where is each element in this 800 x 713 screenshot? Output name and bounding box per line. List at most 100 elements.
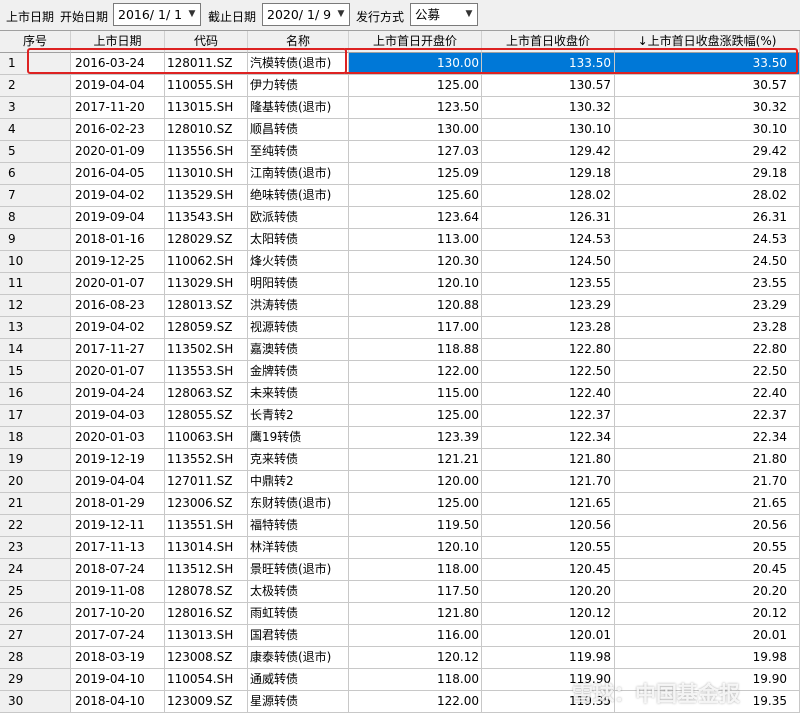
header-change-pct[interactable]: ↓上市首日收盘涨跌幅(%) (615, 31, 800, 53)
header-code[interactable]: 代码 (165, 31, 248, 53)
row-open-price: 116.00 (349, 625, 482, 647)
table-row[interactable]: 26 2017-10-20 128016.SZ 雨虹转债 121.80 120.12 20.… (0, 603, 800, 625)
table-row[interactable]: 19 2019-12-19 113552.SH 克来转债 121.21 121.80 21.… (0, 449, 800, 471)
table-row[interactable]: 6 2016-04-05 113010.SH 江南转债(退市) 125.09 129.18… (0, 163, 800, 185)
row-close-price: 122.37 (482, 405, 615, 427)
row-name: 星源转债 (248, 691, 349, 713)
row-change-pct: 26.31 (615, 207, 800, 229)
table-row[interactable]: 25 2019-11-08 128078.SZ 太极转债 117.50 120.20 20.… (0, 581, 800, 603)
row-close-price: 123.55 (482, 273, 615, 295)
table-row[interactable]: 11 2020-01-07 113029.SH 明阳转债 120.10 123.55 23.… (0, 273, 800, 295)
table-row[interactable]: 7 2019-04-02 113529.SH 绝味转债(退市) 125.60 128.02… (0, 185, 800, 207)
row-close-price: 130.32 (482, 97, 615, 119)
bond-listing-table[interactable]: 序号 上市日期 代码 名称 上市首日开盘价 上市首日收盘价 ↓上市首日收盘涨跌幅… (0, 30, 800, 713)
row-name: 长青转2 (248, 405, 349, 427)
header-name[interactable]: 名称 (248, 31, 349, 53)
issue-method-select[interactable]: 公募 ▼ (410, 3, 478, 26)
header-listing-date[interactable]: 上市日期 (71, 31, 165, 53)
table-row[interactable]: 5 2020-01-09 113556.SH 至纯转债 127.03 129.42 29.4… (0, 141, 800, 163)
row-code: 113553.SH (165, 361, 248, 383)
row-close-price: 126.31 (482, 207, 615, 229)
row-listing-date: 2016-08-23 (71, 295, 165, 317)
row-name: 太极转债 (248, 581, 349, 603)
table-row[interactable]: 20 2019-04-04 127011.SZ 中鼎转2 120.00 121.70 21.… (0, 471, 800, 493)
row-open-price: 123.50 (349, 97, 482, 119)
row-name: 东财转债(退市) (248, 493, 349, 515)
row-listing-date: 2018-03-19 (71, 647, 165, 669)
row-open-price: 118.88 (349, 339, 482, 361)
filter-toolbar: 上市日期 开始日期 2016/ 1/ 1 ▼ 截止日期 2020/ 1/ 9 ▼… (0, 0, 800, 30)
row-name: 通威转债 (248, 669, 349, 691)
row-close-price: 119.98 (482, 647, 615, 669)
row-code: 113013.SH (165, 625, 248, 647)
row-code: 128059.SZ (165, 317, 248, 339)
row-name: 景旺转债(退市) (248, 559, 349, 581)
table-row[interactable]: 13 2019-04-02 128059.SZ 视源转债 117.00 123.28 23.… (0, 317, 800, 339)
table-row[interactable]: 1 2016-03-24 128011.SZ 汽模转债(退市) 130.00 133.50… (0, 53, 800, 75)
table-row[interactable]: 21 2018-01-29 123006.SZ 东财转债(退市) 125.00 121.6… (0, 493, 800, 515)
table-row[interactable]: 14 2017-11-27 113502.SH 嘉澳转债 118.88 122.80 22.… (0, 339, 800, 361)
row-change-pct: 22.80 (615, 339, 800, 361)
table-row[interactable]: 8 2019-09-04 113543.SH 欧派转债 123.64 126.31 26.3… (0, 207, 800, 229)
row-index: 17 (0, 405, 71, 427)
row-listing-date: 2019-04-04 (71, 471, 165, 493)
table-row[interactable]: 16 2019-04-24 128063.SZ 未来转债 115.00 122.40 22.… (0, 383, 800, 405)
table-row[interactable]: 12 2016-08-23 128013.SZ 洪涛转债 120.88 123.29 23.… (0, 295, 800, 317)
row-open-price: 122.00 (349, 691, 482, 713)
row-code: 110055.SH (165, 75, 248, 97)
table-row[interactable]: 2 2019-04-04 110055.SH 伊力转债 125.00 130.57 30.5… (0, 75, 800, 97)
row-code: 128063.SZ (165, 383, 248, 405)
table-row[interactable]: 4 2016-02-23 128010.SZ 顺昌转债 130.00 130.10 30.1… (0, 119, 800, 141)
table-row[interactable]: 15 2020-01-07 113553.SH 金牌转债 122.00 122.50 22.… (0, 361, 800, 383)
table-header-row: 序号 上市日期 代码 名称 上市首日开盘价 上市首日收盘价 ↓上市首日收盘涨跌幅… (0, 31, 800, 53)
chevron-down-icon: ▼ (337, 9, 345, 19)
chevron-down-icon: ▼ (188, 9, 196, 19)
table-row[interactable]: 3 2017-11-20 113015.SH 隆基转债(退市) 123.50 130.32… (0, 97, 800, 119)
row-listing-date: 2019-12-19 (71, 449, 165, 471)
row-close-price: 129.18 (482, 163, 615, 185)
row-change-pct: 20.56 (615, 515, 800, 537)
row-code: 128029.SZ (165, 229, 248, 251)
row-index: 16 (0, 383, 71, 405)
row-name: 太阳转债 (248, 229, 349, 251)
row-close-price: 120.01 (482, 625, 615, 647)
header-index[interactable]: 序号 (0, 31, 71, 53)
row-name: 隆基转债(退市) (248, 97, 349, 119)
header-close-price[interactable]: 上市首日收盘价 (482, 31, 615, 53)
row-open-price: 130.00 (349, 119, 482, 141)
row-name: 未来转债 (248, 383, 349, 405)
table-row[interactable]: 22 2019-12-11 113551.SH 福特转债 119.50 120.56 20.… (0, 515, 800, 537)
row-index: 22 (0, 515, 71, 537)
header-open-price[interactable]: 上市首日开盘价 (349, 31, 482, 53)
row-name: 林洋转债 (248, 537, 349, 559)
row-index: 25 (0, 581, 71, 603)
table-row[interactable]: 18 2020-01-03 110063.SH 鹰19转债 123.39 122.34 22… (0, 427, 800, 449)
row-open-price: 120.10 (349, 537, 482, 559)
row-open-price: 118.00 (349, 669, 482, 691)
table-row[interactable]: 28 2018-03-19 123008.SZ 康泰转债(退市) 120.12 119.9… (0, 647, 800, 669)
row-open-price: 125.60 (349, 185, 482, 207)
row-open-price: 123.39 (349, 427, 482, 449)
watermark: 雪球：中国基金报 (572, 682, 740, 706)
row-index: 15 (0, 361, 71, 383)
table-row[interactable]: 23 2017-11-13 113014.SH 林洋转债 120.10 120.55 20.… (0, 537, 800, 559)
table-row[interactable]: 9 2018-01-16 128029.SZ 太阳转债 113.00 124.53 24.5… (0, 229, 800, 251)
table-row[interactable]: 27 2017-07-24 113013.SH 国君转债 116.00 120.01 20.… (0, 625, 800, 647)
row-change-pct: 20.12 (615, 603, 800, 625)
end-date-picker[interactable]: 2020/ 1/ 9 ▼ (262, 3, 350, 26)
row-change-pct: 22.34 (615, 427, 800, 449)
row-listing-date: 2019-04-10 (71, 669, 165, 691)
table-row[interactable]: 17 2019-04-03 128055.SZ 长青转2 125.00 122.37 22.… (0, 405, 800, 427)
row-index: 29 (0, 669, 71, 691)
row-name: 雨虹转债 (248, 603, 349, 625)
row-change-pct: 20.55 (615, 537, 800, 559)
row-close-price: 123.29 (482, 295, 615, 317)
table-row[interactable]: 10 2019-12-25 110062.SH 烽火转债 120.30 124.50 24.… (0, 251, 800, 273)
row-code: 127011.SZ (165, 471, 248, 493)
start-date-picker[interactable]: 2016/ 1/ 1 ▼ (113, 3, 201, 26)
row-close-price: 122.40 (482, 383, 615, 405)
row-change-pct: 21.80 (615, 449, 800, 471)
row-code: 128011.SZ (165, 53, 248, 75)
table-row[interactable]: 24 2018-07-24 113512.SH 景旺转债(退市) 118.00 120.4… (0, 559, 800, 581)
row-listing-date: 2018-01-16 (71, 229, 165, 251)
